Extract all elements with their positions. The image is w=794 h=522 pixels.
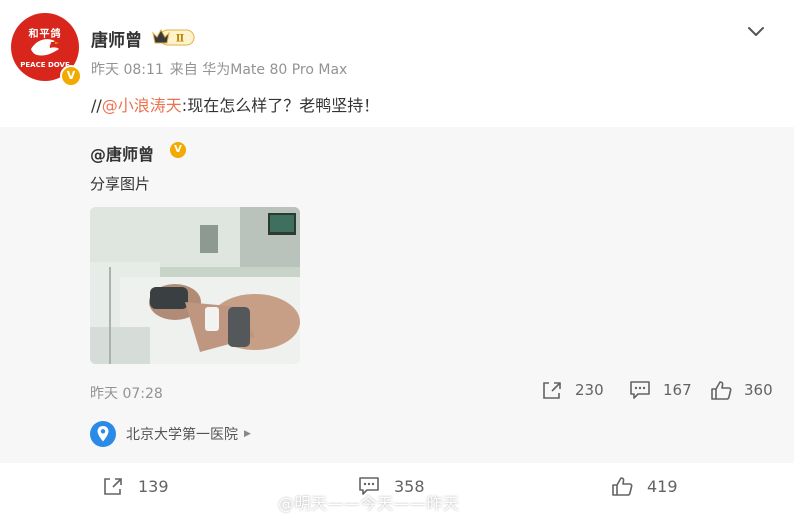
share-icon bbox=[543, 382, 561, 399]
verified-badge: V bbox=[60, 65, 82, 87]
author-name[interactable]: 唐师曾 bbox=[91, 26, 142, 51]
location-label: 北京大学第一医院 bbox=[126, 427, 238, 443]
repost-author[interactable]: @唐师曾 bbox=[90, 141, 154, 165]
weibo-post: 和平鸽 PEACE DOVE V 唐师曾 Ⅱ 昨天 08:11 来自 华为Mate… bbox=[0, 0, 794, 522]
location-link[interactable]: 北京大学第一医院 ▶ bbox=[90, 420, 251, 448]
share-button[interactable]: 139 bbox=[102, 476, 169, 496]
repost-card: @唐师曾 V 分享图片 昨天 07:28 230 167 360 北京大学第一医… bbox=[0, 127, 794, 463]
comment-icon bbox=[630, 381, 650, 399]
hospital-photo[interactable] bbox=[90, 207, 300, 364]
crown-badge-icon[interactable]: Ⅱ bbox=[152, 27, 196, 47]
post-source: 来自 华为Mate 80 Pro Max bbox=[169, 62, 348, 78]
share-count: 139 bbox=[138, 476, 169, 496]
repost-comment-count: 167 bbox=[663, 381, 692, 399]
repost-time[interactable]: 昨天 07:28 bbox=[90, 383, 163, 403]
repost-comment-button[interactable]: 167 bbox=[629, 380, 692, 400]
repost-like-button[interactable]: 360 bbox=[710, 380, 773, 400]
like-count: 419 bbox=[647, 476, 678, 496]
watermark: @明天——今天——昨天 bbox=[278, 494, 460, 513]
post-time[interactable]: 昨天 08:11 bbox=[91, 62, 164, 78]
repost-share-button[interactable]: 230 bbox=[541, 380, 604, 400]
location-pin-icon bbox=[90, 421, 116, 447]
level-badge-label: Ⅱ bbox=[176, 34, 184, 45]
repost-share-count: 230 bbox=[575, 381, 604, 399]
mention-link[interactable]: @小浪涛天 bbox=[102, 96, 182, 115]
text-prefix: // bbox=[91, 96, 102, 115]
chevron-down-icon[interactable] bbox=[745, 20, 767, 42]
dove-icon bbox=[31, 39, 59, 56]
post-text: //@小浪涛天:现在怎么样了？老鸭坚持！ bbox=[91, 92, 379, 116]
thumbs-up-icon bbox=[711, 381, 732, 400]
post-meta: 昨天 08:11 来自 华为Mate 80 Pro Max bbox=[91, 59, 353, 79]
like-button[interactable]: 419 bbox=[611, 476, 678, 496]
thumbs-up-icon bbox=[612, 477, 633, 496]
share-icon bbox=[104, 478, 122, 495]
repost-text: 分享图片 bbox=[90, 175, 151, 193]
repost-verified-badge: V bbox=[170, 142, 186, 158]
repost-like-count: 360 bbox=[744, 381, 773, 399]
text-rest: :现在怎么样了？老鸭坚持！ bbox=[181, 96, 380, 115]
caret-right-icon: ▶ bbox=[244, 429, 251, 439]
